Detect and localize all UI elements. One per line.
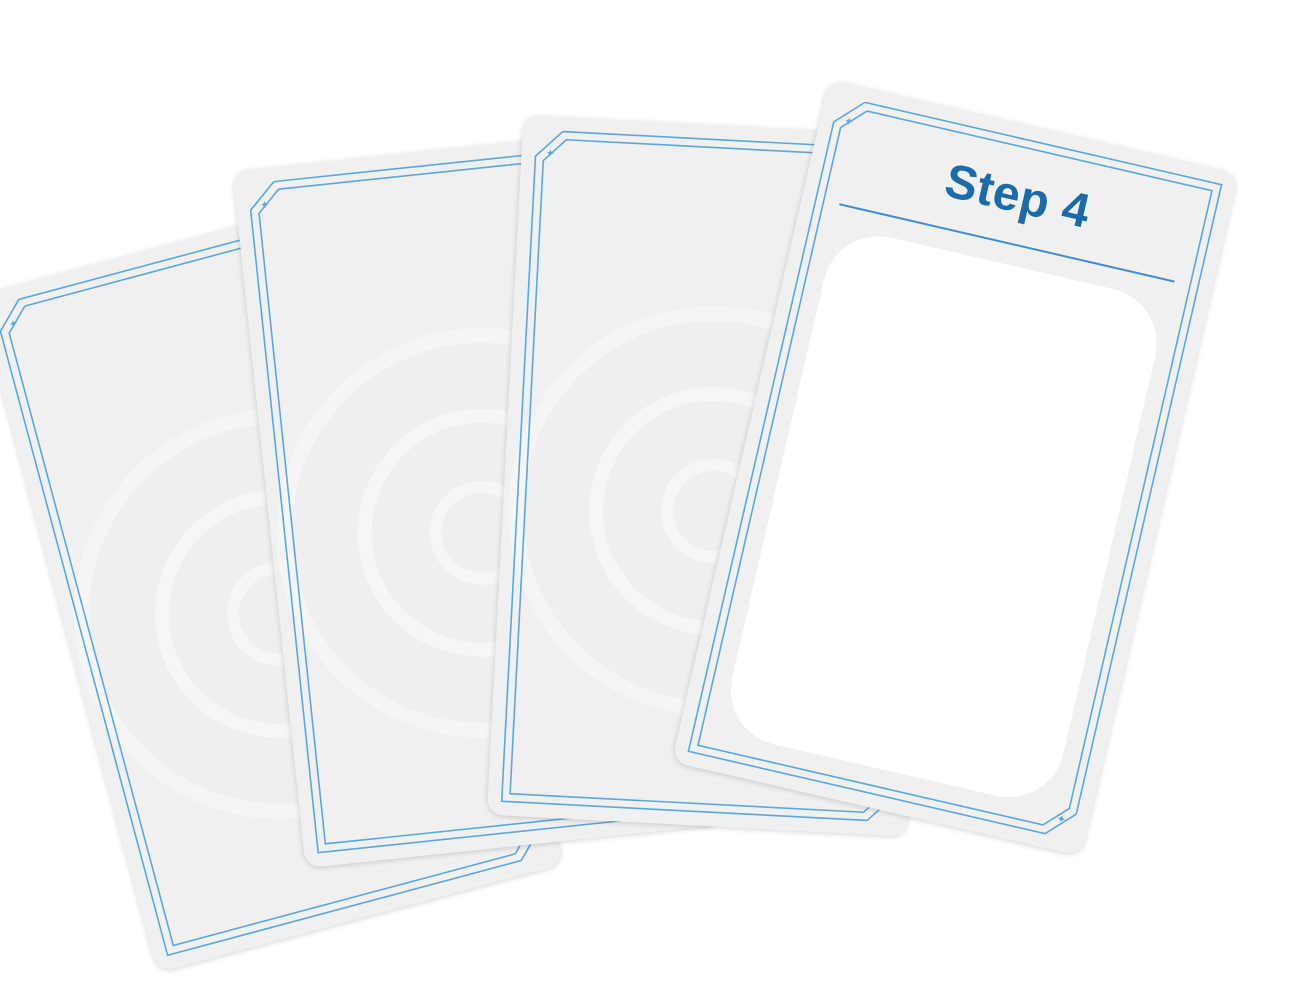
svg-text:✦: ✦ (260, 198, 271, 212)
svg-text:✦: ✦ (1055, 812, 1067, 827)
svg-text:✦: ✦ (843, 114, 855, 129)
card-fan: ✦ ✦ ✦ ✦ ✦ ✦ (0, 0, 1308, 981)
svg-text:✦: ✦ (545, 147, 555, 160)
